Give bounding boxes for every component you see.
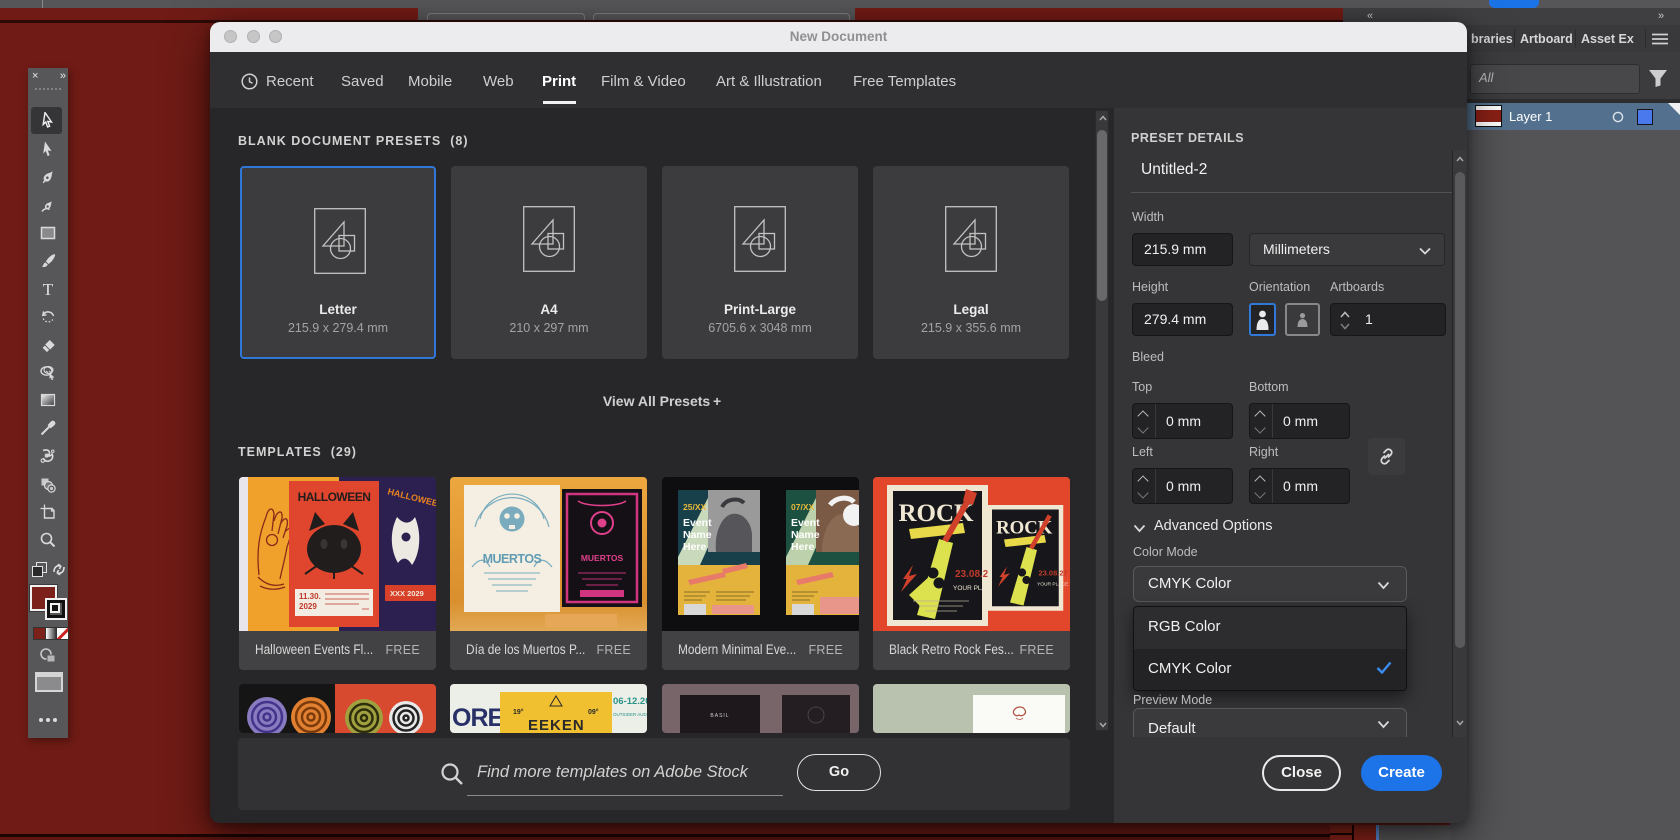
svg-text:Name: Name <box>791 529 820 541</box>
svg-text:EEKEN: EEKEN <box>528 717 585 733</box>
svg-text:Event: Event <box>683 517 712 529</box>
svg-text:Name: Name <box>683 529 712 541</box>
svg-text:06-12.202: 06-12.202 <box>613 696 647 707</box>
svg-text:09°: 09° <box>588 708 599 716</box>
svg-text:19°: 19° <box>513 708 524 716</box>
svg-text:11.30.: 11.30. <box>299 592 321 601</box>
svg-text:07/XX: 07/XX <box>791 502 814 512</box>
svg-text:2029: 2029 <box>299 602 317 611</box>
svg-text:25/XX: 25/XX <box>683 502 706 512</box>
svg-text:ORE: ORE <box>452 704 504 732</box>
svg-text:T: T <box>43 281 54 297</box>
svg-text:XXX 2029: XXX 2029 <box>390 589 424 598</box>
svg-text:HALLOWEEN: HALLOWEEN <box>298 490 371 504</box>
svg-text:BASIL: BASIL <box>710 713 729 719</box>
svg-text:Here: Here <box>683 541 707 553</box>
svg-text:OUTSIDER AUDITORI: OUTSIDER AUDITORI <box>613 712 647 717</box>
svg-text:MUERTOS: MUERTOS <box>483 552 542 566</box>
svg-text:Here: Here <box>791 541 815 553</box>
svg-text:Event: Event <box>791 517 820 529</box>
svg-text:MUERTOS: MUERTOS <box>581 553 624 563</box>
svg-text:23.08.27: 23.08.27 <box>1039 569 1068 578</box>
svg-text:YOUR PLACE: YOUR PLACE <box>1037 581 1069 587</box>
